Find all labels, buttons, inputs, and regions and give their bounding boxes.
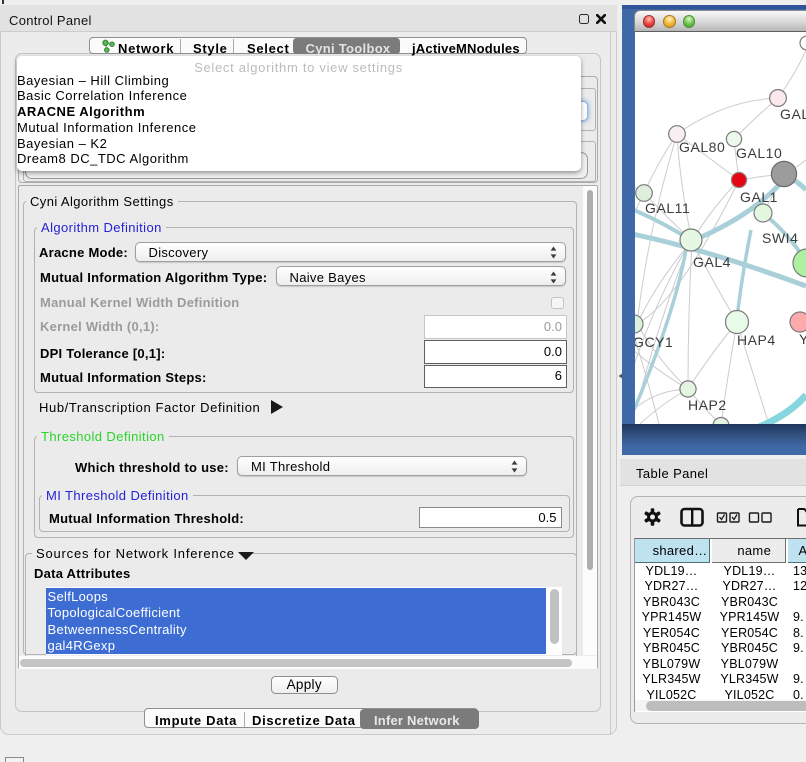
svg-text:HAP4: HAP4 <box>737 332 776 348</box>
svg-text:HAP2: HAP2 <box>688 397 727 413</box>
svg-text:SWI4: SWI4 <box>762 230 798 246</box>
svg-text:GAL4: GAL4 <box>693 254 731 270</box>
svg-text:GAL80: GAL80 <box>679 139 725 155</box>
svg-text:GAL1: GAL1 <box>740 189 778 205</box>
svg-text:GAL7: GAL7 <box>780 106 806 122</box>
svg-text:Y: Y <box>799 331 806 347</box>
svg-text:GCY1: GCY1 <box>635 334 673 350</box>
svg-text:GAL11: GAL11 <box>645 200 690 216</box>
svg-text:GAL10: GAL10 <box>736 145 782 161</box>
